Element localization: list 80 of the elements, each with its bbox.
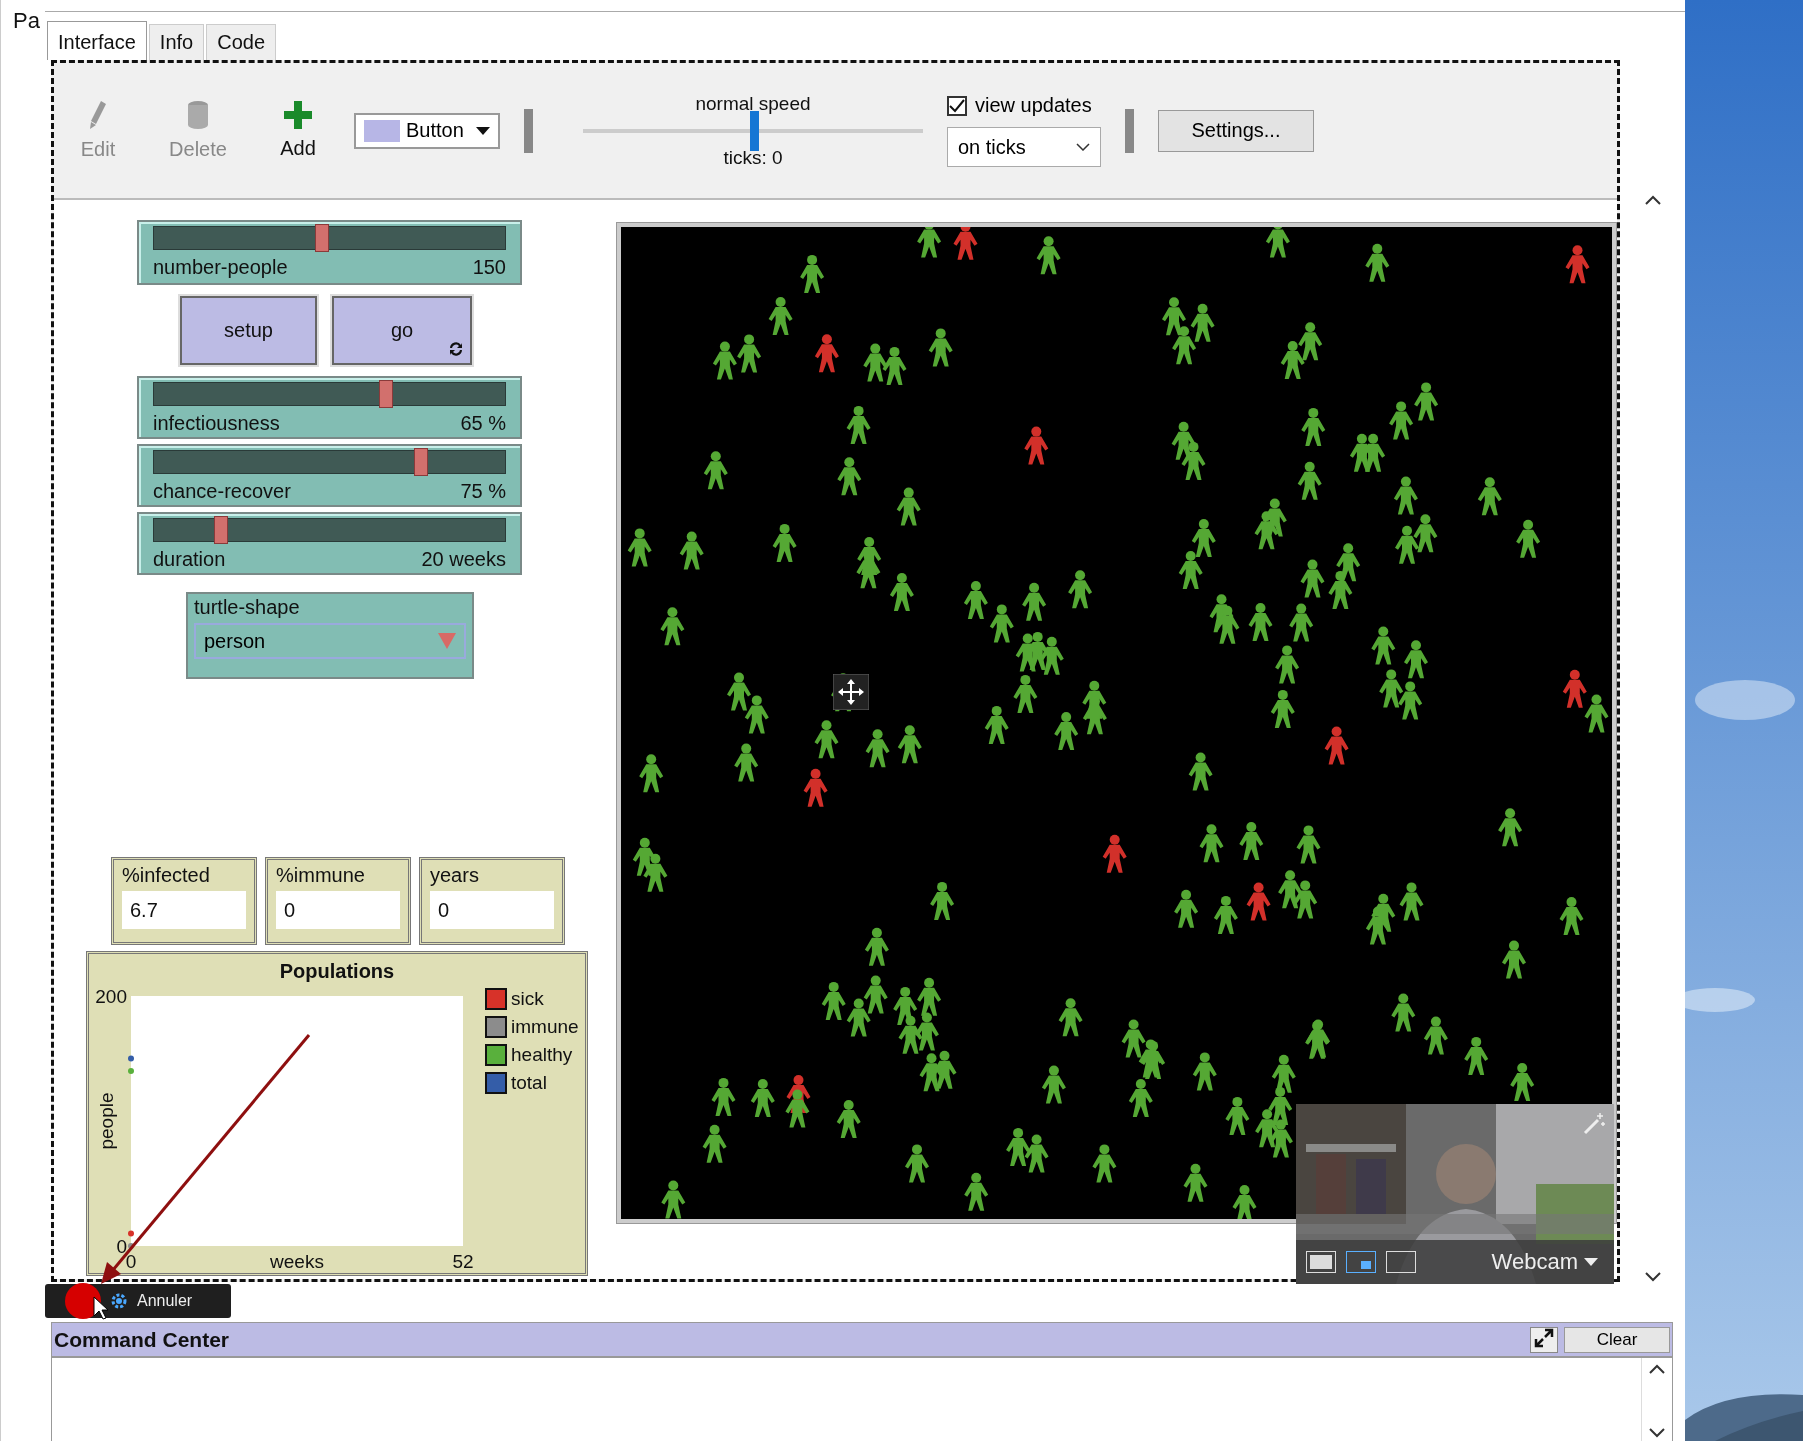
scroll-down-icon[interactable]: [1645, 1272, 1661, 1282]
toolbar-separator: [524, 108, 533, 153]
scroll-up-icon[interactable]: [1645, 195, 1661, 205]
axis-tick-label: 52: [452, 1251, 474, 1272]
layout-button[interactable]: [1306, 1251, 1336, 1273]
caret-icon: [1584, 1258, 1598, 1266]
legend-label: immune: [511, 1016, 579, 1038]
caret-icon: [476, 126, 490, 135]
axis-tick-label: 200: [95, 988, 127, 1007]
layout-button[interactable]: [1346, 1251, 1376, 1273]
slider-thumb[interactable]: [413, 448, 428, 476]
chooser-dropdown[interactable]: person: [194, 623, 466, 659]
monitor-value: 6.7: [122, 891, 246, 929]
settings-button[interactable]: Settings...: [1158, 109, 1314, 152]
monitor-value: 0: [430, 891, 554, 929]
monitor-label: %immune: [276, 864, 366, 887]
scroll-up-icon[interactable]: [1649, 1364, 1665, 1374]
chooser-label: turtle-shape: [194, 596, 301, 619]
speed-label: normal speed: [695, 92, 811, 115]
tab[interactable]: Code: [206, 24, 276, 60]
data-point: [128, 1068, 134, 1074]
axis-label: weeks: [270, 1251, 324, 1272]
checkbox[interactable]: [947, 95, 967, 116]
slider-value: 150: [472, 256, 506, 279]
axis-label: people: [96, 1092, 117, 1150]
window-text: Pa: [12, 8, 41, 34]
mouse-pointer-icon: [93, 1296, 109, 1320]
axis-tick-label: 0: [125, 1251, 137, 1272]
slider[interactable]: duration 20 weeks: [137, 512, 522, 575]
legend-label: total: [511, 1072, 547, 1094]
tab[interactable]: Interface: [47, 21, 147, 60]
toolbar-button[interactable]: Add: [254, 100, 342, 161]
legend-label: healthy: [511, 1044, 573, 1066]
view-updates-checkbox[interactable]: view updates: [947, 94, 1101, 117]
chooser[interactable]: turtle-shape person: [186, 592, 474, 679]
slider-thumb[interactable]: [378, 380, 393, 408]
move-icon: [833, 674, 869, 710]
chevron-down-icon: [1076, 143, 1090, 151]
cancel-label[interactable]: Annuler: [137, 1292, 193, 1310]
triangle-down-icon: [438, 633, 456, 649]
slider[interactable]: number-people 150: [137, 220, 522, 285]
monitor-label: years: [430, 864, 480, 887]
layout-button[interactable]: [1386, 1251, 1416, 1273]
legend-label: sick: [511, 988, 544, 1010]
monitor-label: %infected: [122, 864, 211, 887]
data-point: [128, 1055, 134, 1062]
toolbar-separator: [1125, 108, 1134, 153]
axis-tick-label: 0: [116, 1236, 127, 1257]
scroll-down-icon[interactable]: [1649, 1428, 1665, 1438]
gear-icon[interactable]: [109, 1291, 129, 1311]
record-button[interactable]: [65, 1283, 101, 1319]
widget-type-dropdown[interactable]: Button: [354, 112, 500, 149]
pencil-icon: [89, 100, 107, 130]
slider-label: chance-recover: [153, 480, 291, 503]
trash-icon: [186, 100, 210, 130]
slider-label: number-people: [153, 256, 288, 279]
command-center-title: Command Center: [54, 1327, 230, 1352]
slider-label: infectiousness: [153, 412, 280, 435]
plus-icon: [284, 101, 312, 129]
model-button[interactable]: go: [332, 296, 472, 365]
repeat-icon: [448, 341, 464, 357]
data-point: [128, 1230, 134, 1237]
monitor-value: 0: [276, 891, 400, 929]
update-mode-dropdown[interactable]: on ticks: [947, 127, 1101, 167]
slider[interactable]: infectiousness 65 %: [137, 376, 522, 439]
speed-slider-thumb[interactable]: [749, 110, 759, 151]
expand-icon[interactable]: [1530, 1326, 1558, 1353]
model-button[interactable]: setup: [180, 296, 317, 365]
data-point: [128, 1243, 134, 1249]
tick-counter: ticks: 0: [723, 146, 783, 169]
plot-title: Populations: [278, 959, 396, 983]
slider-thumb[interactable]: [315, 224, 330, 252]
slider-value: 75 %: [460, 480, 506, 503]
slider-value: 65 %: [460, 412, 506, 435]
clear-button[interactable]: Clear: [1564, 1326, 1670, 1353]
slider-label: duration: [153, 548, 226, 571]
slider-thumb[interactable]: [213, 516, 228, 544]
tab[interactable]: Info: [148, 24, 205, 60]
slider-value: 20 weeks: [421, 548, 506, 571]
slider[interactable]: chance-recover 75 %: [137, 444, 522, 507]
